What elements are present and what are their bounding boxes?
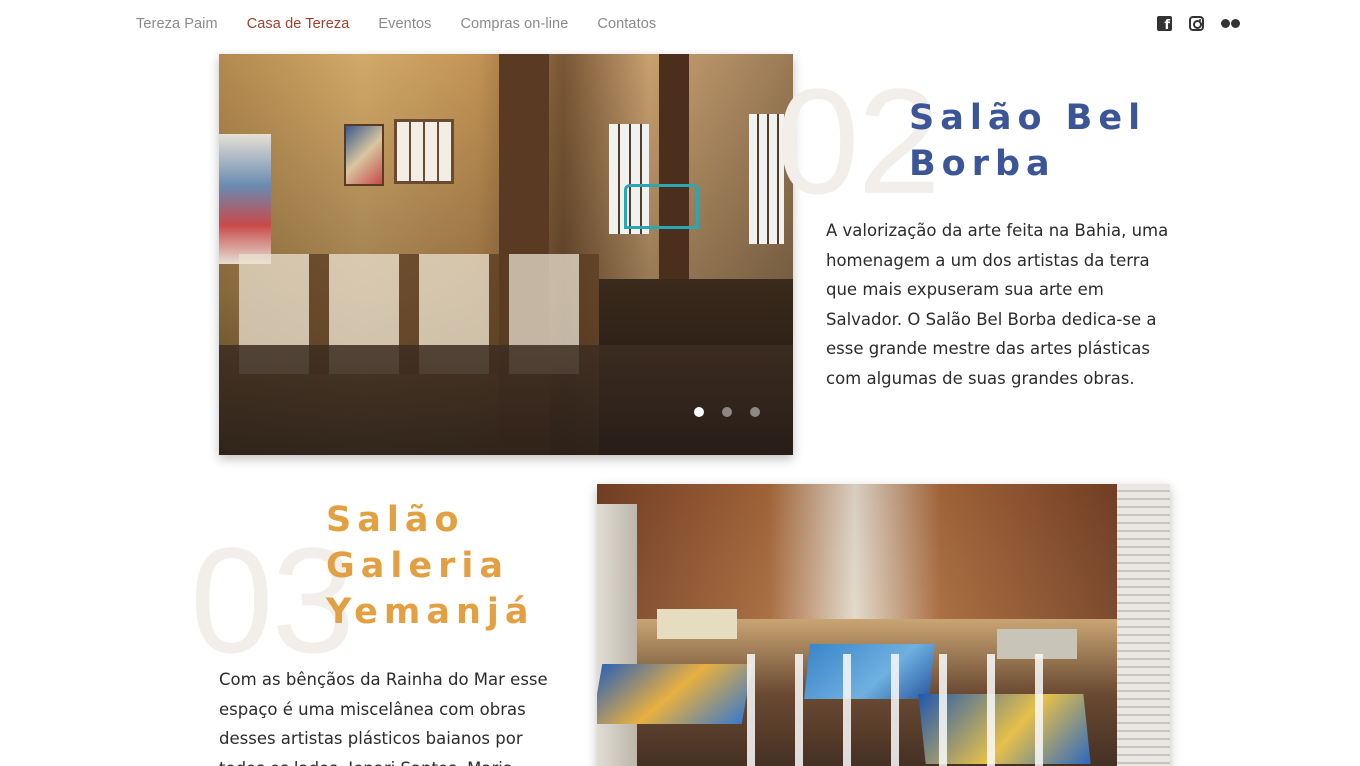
teal-chair: [624, 184, 699, 229]
instagram-icon[interactable]: [1189, 16, 1204, 31]
nav-link-contatos[interactable]: Contatos: [597, 16, 656, 32]
flickr-icon[interactable]: [1221, 18, 1241, 29]
top-navigation: Tereza Paim Casa de Tereza Eventos Compr…: [0, 0, 1360, 50]
dining-table: [657, 609, 737, 639]
window: [394, 119, 454, 184]
social-links: [1157, 16, 1258, 33]
facebook-icon[interactable]: [1157, 16, 1172, 33]
title-line: Salão: [326, 500, 465, 540]
salao-galeria-yemanja-description: Com as bênçãos da Rainha do Mar esse esp…: [219, 670, 548, 766]
nav-link-tereza-paim[interactable]: Tereza Paim: [136, 16, 218, 32]
wall: [597, 484, 1170, 619]
carousel-dot-1[interactable]: [694, 407, 704, 417]
salao-galeria-yemanja-title: Salão Galeria Yemanjá: [326, 497, 586, 635]
nav-link-eventos[interactable]: Eventos: [378, 16, 431, 32]
carousel-dot-3[interactable]: [750, 407, 760, 417]
salao-galeria-yemanja-photo: [597, 484, 1170, 766]
carousel-dots: [694, 407, 760, 417]
wooden-beam: [597, 504, 637, 766]
title-line: Borba: [909, 144, 1056, 184]
floor: [219, 345, 793, 455]
painting-left: [219, 134, 271, 264]
carousel-dot-2[interactable]: [722, 407, 732, 417]
title-line: Yemanjá: [326, 592, 535, 632]
painting-small: [344, 124, 384, 186]
salao-bel-borba-photo: [219, 54, 793, 455]
title-line: Galeria: [326, 546, 509, 586]
nav-link-casa-de-tereza[interactable]: Casa de Tereza: [247, 16, 350, 32]
salao-bel-borba-description: A valorização da arte feita na Bahia, um…: [826, 221, 1169, 388]
white-chairs: [707, 654, 1057, 766]
nav-links: Tereza Paim Casa de Tereza Eventos Compr…: [136, 16, 685, 32]
salao-bel-borba-title: Salão Bel Borba: [909, 95, 1169, 187]
wooden-beam: [1117, 484, 1170, 766]
title-line: Salão Bel: [909, 98, 1147, 138]
nav-link-compras-online[interactable]: Compras on-line: [460, 16, 568, 32]
